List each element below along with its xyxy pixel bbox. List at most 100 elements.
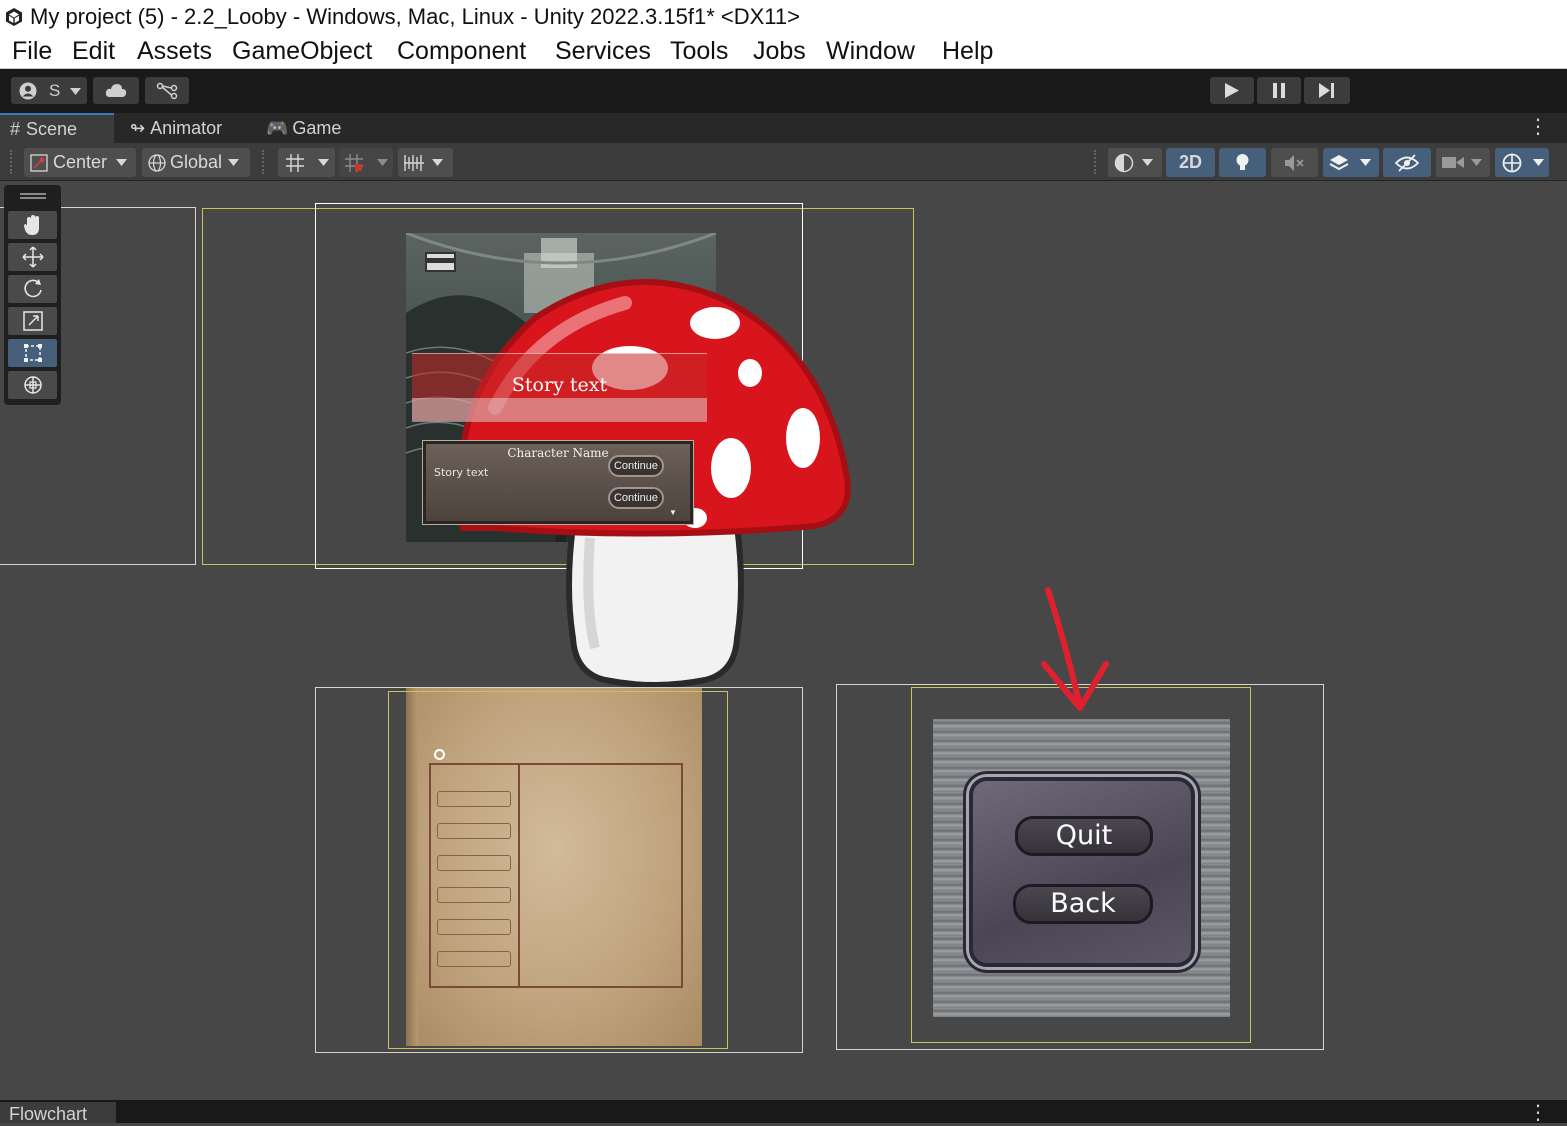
story-text-large: Story text	[511, 374, 608, 396]
menu-edit[interactable]: Edit	[72, 34, 115, 69]
mute-audio-icon	[1285, 155, 1304, 171]
viewport-right-edge	[1554, 182, 1567, 1100]
menu-jobs[interactable]: Jobs	[753, 34, 806, 69]
effects-dropdown[interactable]	[1323, 148, 1379, 177]
menu-component[interactable]: Component	[397, 34, 526, 69]
camera-dropdown[interactable]	[1436, 148, 1490, 177]
transform-icon	[24, 376, 42, 394]
animator-icon: ↬	[130, 118, 146, 138]
cloud-button[interactable]	[93, 77, 139, 104]
chevron-down-icon	[1360, 159, 1371, 166]
account-icon	[19, 82, 37, 100]
tab-scene-label: Scene	[26, 119, 78, 139]
step-button[interactable]	[1304, 77, 1350, 104]
dialog-box: Character Name Story text Continue Conti…	[422, 440, 694, 525]
chevron-down-icon	[377, 159, 388, 166]
hash-icon: #	[10, 119, 21, 139]
collab-branch-icon	[156, 82, 178, 100]
account-dropdown[interactable]: S	[11, 77, 87, 104]
shading-sphere-icon	[1114, 153, 1134, 173]
tab-animator[interactable]: ↬ Animator	[130, 113, 250, 143]
camera-icon	[1442, 157, 1464, 168]
draw-mode-dropdown[interactable]	[1108, 148, 1162, 177]
space-dropdown[interactable]: Global	[142, 148, 250, 177]
lighting-toggle[interactable]	[1219, 148, 1266, 177]
window-title: My project (5) - 2.2_Looby - Windows, Ma…	[30, 4, 800, 29]
window-title-bar: My project (5) - 2.2_Looby - Windows, Ma…	[0, 0, 1567, 34]
canvas-yellow-frame-notebook	[388, 691, 728, 1049]
scale-tool-button[interactable]	[8, 307, 57, 335]
drag-handle[interactable]	[262, 150, 266, 174]
hand-tool-button[interactable]	[8, 211, 57, 239]
version-control-button[interactable]	[145, 77, 189, 104]
menu-window[interactable]: Window	[826, 34, 915, 69]
chevron-down-icon	[432, 159, 443, 166]
lightbulb-icon	[1236, 154, 1249, 170]
grid-snap-icon	[286, 154, 304, 172]
story-text-panel: Story text	[412, 353, 707, 422]
menu-services[interactable]: Services	[555, 34, 651, 69]
chevron-down-icon	[1533, 159, 1544, 166]
quit-menu-panel: Quit Back	[969, 777, 1195, 967]
move-tool-button[interactable]	[8, 243, 57, 271]
pivot-dropdown[interactable]: Center	[24, 148, 136, 177]
menu-file[interactable]: File	[12, 34, 52, 69]
tab-scene[interactable]: # Scene	[0, 113, 114, 143]
back-button[interactable]: Back	[1013, 884, 1153, 924]
menu-assets[interactable]: Assets	[137, 34, 212, 69]
chevron-down-icon	[228, 159, 239, 166]
audio-toggle[interactable]	[1271, 148, 1318, 177]
rotate-icon	[24, 279, 42, 298]
main-toolbar: S	[0, 69, 1567, 113]
story-panel-highlight	[412, 398, 707, 422]
bottom-kebab-menu-icon[interactable]: ⋮	[1528, 1103, 1548, 1123]
dialog-continue-button-2[interactable]: Continue	[608, 487, 664, 509]
gizmos-dropdown[interactable]	[1495, 148, 1549, 177]
move-icon	[22, 246, 44, 268]
quit-button[interactable]: Quit	[1015, 816, 1153, 856]
grid-snapping-dropdown[interactable]	[278, 148, 335, 177]
kebab-menu-icon[interactable]: ⋮	[1528, 117, 1548, 139]
settings-widget	[425, 252, 456, 272]
rect-tool-button[interactable]	[8, 339, 57, 367]
play-button[interactable]	[1210, 77, 1254, 104]
chevron-down-icon	[318, 159, 329, 166]
menu-help[interactable]: Help	[942, 34, 993, 69]
dialog-story-text: Story text	[434, 466, 489, 479]
hidden-eye-icon	[1395, 154, 1419, 172]
scale-icon	[23, 311, 43, 331]
gamepad-icon: 🎮	[266, 118, 289, 138]
space-label: Global	[170, 152, 223, 172]
transform-tool-button[interactable]	[8, 371, 57, 399]
editor-tab-row: # Scene ↬ Animator 🎮 Game ⋮	[0, 113, 1567, 143]
cloud-icon	[105, 84, 127, 97]
play-icon	[1225, 83, 1239, 98]
scene-visibility-toggle[interactable]	[1383, 148, 1431, 177]
stone-background-image: Quit Back	[933, 719, 1230, 1017]
scene-viewport[interactable]: Story text Character Name Story text Con…	[0, 182, 1567, 1100]
pivot-label: Center	[53, 152, 108, 172]
tab-animator-label: Animator	[150, 118, 223, 138]
ruler-dropdown[interactable]	[398, 148, 453, 177]
dialog-continue-button-1[interactable]: Continue	[608, 455, 664, 477]
step-icon	[1319, 83, 1334, 98]
palette-grip[interactable]	[20, 193, 46, 199]
toggle-2d-button[interactable]: 2D	[1166, 148, 1215, 177]
drag-handle[interactable]	[10, 150, 14, 174]
drag-handle[interactable]	[1094, 150, 1098, 174]
pause-button[interactable]	[1257, 77, 1301, 104]
rotate-tool-button[interactable]	[8, 275, 57, 303]
dialog-more-indicator-icon: ▼	[669, 508, 677, 517]
effects-layers-icon	[1329, 155, 1349, 171]
hand-icon	[24, 215, 39, 235]
menu-gameobject[interactable]: GameObject	[232, 34, 372, 69]
increment-snapping-dropdown[interactable]	[339, 148, 393, 177]
tab-flowchart[interactable]: Flowchart	[0, 1102, 116, 1124]
chevron-down-icon	[1142, 159, 1153, 166]
menu-tools[interactable]: Tools	[670, 34, 728, 69]
pause-icon	[1273, 83, 1285, 98]
menu-bar: File Edit Assets GameObject Component Se…	[0, 34, 1567, 69]
unity-logo-icon	[6, 8, 22, 26]
tab-game[interactable]: 🎮 Game	[266, 113, 366, 143]
red-arrow-annotation	[1041, 587, 1109, 711]
